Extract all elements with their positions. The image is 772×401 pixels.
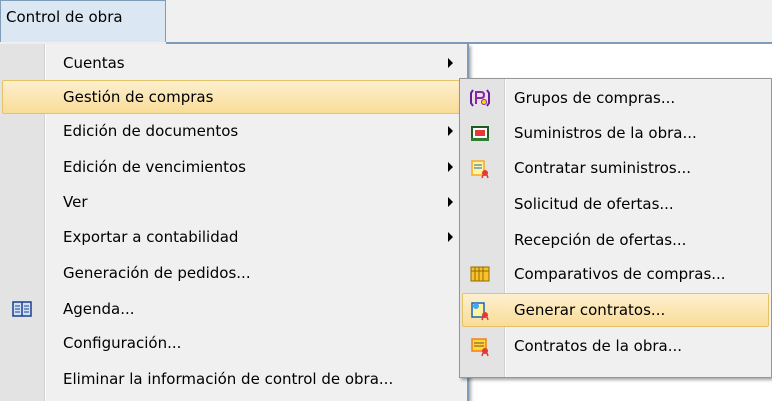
- site-contracts-icon: [470, 337, 490, 357]
- menu-item-label: Generación de pedidos...: [63, 264, 251, 282]
- menu-item-label: Contratos de la obra...: [514, 337, 683, 355]
- submenu-arrow-icon: [448, 58, 453, 68]
- menu-item-label: Exportar a contabilidad: [63, 228, 239, 246]
- menu-item-label: Recepción de ofertas...: [514, 231, 687, 249]
- menu-item-edicion-de-vencimientos[interactable]: Edición de vencimientos: [2, 150, 464, 184]
- menu-item-label: Eliminar la información de control de ob…: [63, 370, 394, 388]
- menu-item-label: Configuración...: [63, 334, 182, 352]
- menu-item-ver[interactable]: Ver: [2, 185, 464, 219]
- menu-item-label: Cuentas: [63, 54, 125, 72]
- menu-item-label: Suministros de la obra...: [514, 124, 697, 142]
- purchase-groups-icon: [470, 88, 490, 107]
- menu-item-eliminar-informacion[interactable]: Eliminar la información de control de ob…: [2, 362, 464, 396]
- menu-item-label: Ver: [63, 193, 88, 211]
- submenu-item-suministros-de-la-obra[interactable]: Suministros de la obra...: [462, 116, 769, 150]
- menu-item-cuentas[interactable]: Cuentas: [2, 46, 464, 80]
- menubar: Control de obra: [0, 0, 772, 44]
- menu-item-label: Edición de vencimientos: [63, 158, 246, 176]
- menu-item-label: Solicitud de ofertas...: [514, 195, 674, 213]
- agenda-book-icon: [12, 300, 32, 318]
- gestion-de-compras-submenu: Grupos de compras... Suministros de la o…: [459, 78, 772, 378]
- comparatives-grid-icon: [470, 265, 490, 283]
- menu-item-label: Edición de documentos: [63, 122, 239, 140]
- menu-item-label: Gestión de compras: [63, 88, 214, 106]
- site-supplies-icon: [470, 124, 490, 142]
- submenu-item-grupos-de-compras[interactable]: Grupos de compras...: [462, 81, 769, 115]
- submenu-arrow-icon: [448, 126, 453, 136]
- submenu-arrow-icon: [448, 162, 453, 172]
- submenu-arrow-icon: [448, 197, 453, 207]
- menu-item-label: Comparativos de compras...: [514, 265, 726, 283]
- menubar-control-de-obra[interactable]: Control de obra: [0, 0, 166, 42]
- submenu-item-contratar-suministros[interactable]: Contratar suministros...: [462, 151, 769, 185]
- submenu-item-contratos-de-la-obra[interactable]: Contratos de la obra...: [462, 329, 769, 363]
- submenu-item-comparativos-de-compras[interactable]: Comparativos de compras...: [462, 257, 769, 291]
- menu-item-label: Generar contratos...: [514, 301, 666, 319]
- generate-contracts-icon: [470, 301, 490, 321]
- menu-item-agenda[interactable]: Agenda...: [2, 292, 464, 326]
- menu-item-label: Grupos de compras...: [514, 89, 676, 107]
- submenu-item-solicitud-de-ofertas[interactable]: Solicitud de ofertas...: [462, 187, 769, 221]
- menu-item-gestion-de-compras[interactable]: Gestión de compras: [2, 80, 462, 114]
- submenu-item-recepcion-de-ofertas[interactable]: Recepción de ofertas...: [462, 223, 769, 257]
- menu-item-exportar-a-contabilidad[interactable]: Exportar a contabilidad: [2, 220, 464, 254]
- menu-item-label: Agenda...: [63, 300, 135, 318]
- menu-item-generacion-de-pedidos[interactable]: Generación de pedidos...: [2, 256, 464, 290]
- menubar-title-label: Control de obra: [6, 8, 123, 26]
- menu-item-configuracion[interactable]: Configuración...: [2, 326, 464, 360]
- menu-item-edicion-de-documentos[interactable]: Edición de documentos: [2, 114, 464, 148]
- control-de-obra-menu: Cuentas Gestión de compras Edición de do…: [0, 44, 469, 401]
- contract-supplies-icon: [470, 159, 490, 179]
- submenu-item-generar-contratos[interactable]: Generar contratos...: [462, 293, 769, 327]
- menu-item-label: Contratar suministros...: [514, 159, 692, 177]
- menubar-empty-area: [166, 0, 772, 44]
- submenu-arrow-icon: [448, 232, 453, 242]
